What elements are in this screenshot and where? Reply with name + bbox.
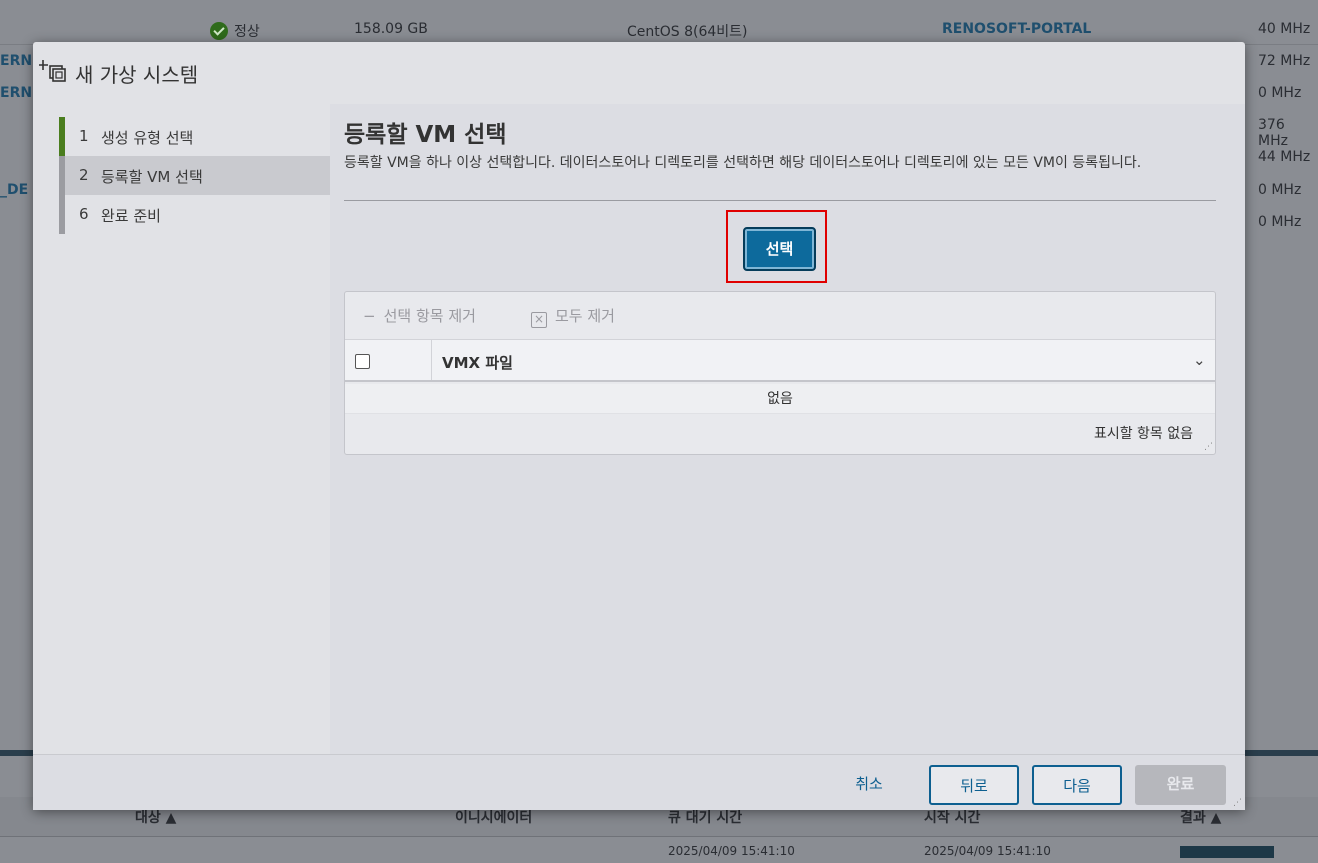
vmx-file-grid: − 선택 항목 제거 × 모두 제거 VMX 파일 ⌄ 없음 표시할 항목 없음 ⋰ xyxy=(344,291,1216,455)
grid-footer-count: 표시할 항목 없음 xyxy=(1093,426,1193,442)
step-select-creation-type[interactable]: 1 생성 유형 선택 xyxy=(59,117,330,156)
modal-header: 새 가상 시스템 xyxy=(33,42,1245,104)
bg-mhz: 40 MHz xyxy=(1258,21,1311,37)
remove-all-label: 모두 제거 xyxy=(555,307,615,325)
next-button[interactable]: 다음 xyxy=(1032,765,1122,805)
divider xyxy=(344,200,1216,201)
select-all-checkbox[interactable] xyxy=(355,354,370,369)
new-vm-icon xyxy=(39,60,66,82)
grid-header: VMX 파일 ⌄ xyxy=(345,339,1215,382)
remove-all-button[interactable]: × 모두 제거 xyxy=(531,305,615,328)
remove-selected-label: 선택 항목 제거 xyxy=(383,307,476,325)
bg-col-initiator: 이니시에이터 xyxy=(455,810,533,826)
column-vmx-file[interactable]: VMX 파일 xyxy=(442,352,513,373)
new-vm-wizard-dialog: 새 가상 시스템 1 생성 유형 선택 2 등록할 VM 선택 6 완료 준비 … xyxy=(33,42,1245,810)
remove-selected-button[interactable]: − 선택 항목 제거 xyxy=(363,305,476,326)
bg-queued-time: 2025/04/09 15:41:10 xyxy=(668,844,795,858)
step-label: 완료 준비 xyxy=(101,207,161,225)
status-ok-icon xyxy=(210,22,228,40)
bg-result-progress xyxy=(1180,846,1274,858)
bg-left-label: _DE xyxy=(0,182,29,198)
bg-mhz: 0 MHz xyxy=(1258,85,1302,101)
bg-col-target: 대상 ▲ xyxy=(135,810,177,826)
bg-os: CentOS 8(64비트) xyxy=(627,24,748,40)
bg-started-time: 2025/04/09 15:41:10 xyxy=(924,844,1051,858)
bg-status: 정상 xyxy=(234,24,260,40)
bg-mhz: 72 MHz xyxy=(1258,53,1311,69)
step-indicator xyxy=(59,156,65,195)
resize-handle-icon[interactable]: ⋰ xyxy=(1204,442,1213,452)
bg-mhz: 376 MHz xyxy=(1258,117,1288,149)
step-indicator xyxy=(59,117,65,156)
page-title: 등록할 VM 선택 xyxy=(344,122,507,148)
close-box-icon: × xyxy=(531,312,547,328)
bg-col-result: 결과 ▲ xyxy=(1180,810,1222,826)
bg-col-queued: 큐 대기 시간 xyxy=(668,810,743,826)
cancel-button[interactable]: 취소 xyxy=(833,765,905,805)
wizard-content: 등록할 VM 선택 등록할 VM을 하나 이상 선택합니다. 데이터스토어나 디… xyxy=(330,104,1245,754)
step-ready-to-complete[interactable]: 6 완료 준비 xyxy=(59,195,330,234)
bg-left-label: ERN xyxy=(0,53,33,69)
step-number: 2 xyxy=(79,166,89,184)
column-separator xyxy=(431,340,432,380)
step-label: 등록할 VM 선택 xyxy=(101,168,203,186)
grid-toolbar: − 선택 항목 제거 × 모두 제거 xyxy=(345,292,1215,339)
bg-task-row: 2025/04/09 15:41:10 2025/04/09 15:41:10 xyxy=(0,838,1318,863)
step-indicator xyxy=(59,195,65,234)
modal-footer: 취소 뒤로 다음 완료 ⋰ xyxy=(33,754,1245,810)
minus-icon: − xyxy=(363,307,376,325)
finish-button[interactable]: 완료 xyxy=(1135,765,1226,805)
bg-mhz: 0 MHz xyxy=(1258,214,1302,230)
bg-mhz: 0 MHz xyxy=(1258,182,1302,198)
wizard-steps: 1 생성 유형 선택 2 등록할 VM 선택 6 완료 준비 xyxy=(33,104,330,754)
back-button[interactable]: 뒤로 xyxy=(929,765,1019,805)
bg-size: 158.09 GB xyxy=(354,21,428,37)
grid-empty-placeholder: 없음 xyxy=(345,384,1215,414)
step-select-vm[interactable]: 2 등록할 VM 선택 xyxy=(59,156,330,195)
select-button[interactable]: 선택 xyxy=(743,227,816,271)
step-number: 1 xyxy=(79,127,89,145)
modal-title: 새 가상 시스템 xyxy=(75,63,199,87)
bg-left-label: ERN xyxy=(0,85,33,101)
step-label: 생성 유형 선택 xyxy=(101,129,194,147)
bg-portal-link: RENOSOFT-PORTAL xyxy=(942,21,1092,37)
bg-table-row: 정상 158.09 GB CentOS 8(64비트) RENOSOFT-POR… xyxy=(0,13,1318,45)
bg-mhz: 44 MHz xyxy=(1258,149,1311,165)
bg-col-started: 시작 시간 xyxy=(924,810,981,826)
chevron-down-icon[interactable]: ⌄ xyxy=(1193,351,1206,369)
page-description: 등록할 VM을 하나 이상 선택합니다. 데이터스토어나 디렉토리를 선택하면 … xyxy=(344,155,1142,171)
step-number: 6 xyxy=(79,205,89,223)
resize-handle-icon[interactable]: ⋰ xyxy=(1233,798,1242,808)
